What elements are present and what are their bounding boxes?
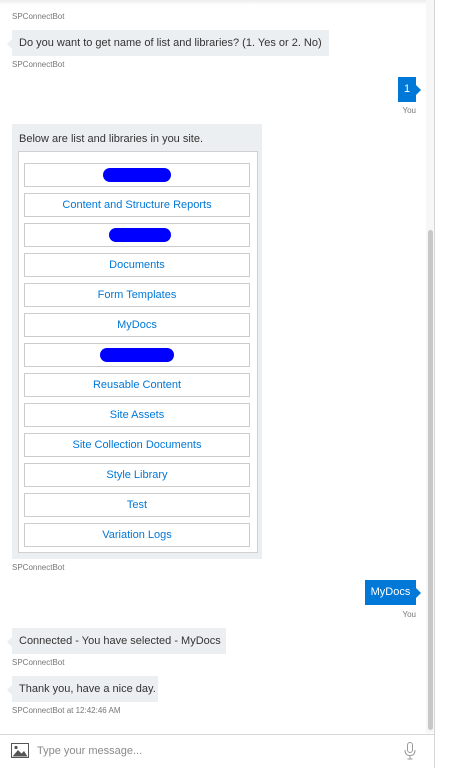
you-label: You xyxy=(402,106,417,115)
user-message-bubble: MyDocs xyxy=(365,580,421,605)
card-button-redacted-3[interactable] xyxy=(24,343,250,367)
card-button-mydocs[interactable]: MyDocs xyxy=(24,313,250,337)
user-message-bubble: 1 xyxy=(398,77,421,102)
card-button-site-assets[interactable]: Site Assets xyxy=(24,403,250,427)
window-border xyxy=(434,0,435,768)
top-edge xyxy=(0,0,435,5)
bot-message-bubble: Do you want to get name of list and libr… xyxy=(7,30,329,56)
bot-message-bubble: Thank you, have a nice day. xyxy=(7,676,158,702)
bot-message-text: Connected - You have selected - MyDocs xyxy=(19,635,221,647)
card-button-content-and-structure-reports[interactable]: Content and Structure Reports xyxy=(24,193,250,217)
microphone-icon[interactable] xyxy=(404,742,416,760)
sender-label: SPConnectBot xyxy=(12,563,65,572)
card-button-form-templates[interactable]: Form Templates xyxy=(24,283,250,307)
card-button-site-collection-documents[interactable]: Site Collection Documents xyxy=(24,433,250,457)
bot-message-text: Thank you, have a nice day. xyxy=(19,683,156,695)
user-message-text: 1 xyxy=(403,83,411,95)
redaction-mark xyxy=(100,348,174,362)
bot-message-bubble: Connected - You have selected - MyDocs xyxy=(7,628,226,654)
card-button-documents[interactable]: Documents xyxy=(24,253,250,277)
card-button-reusable-content[interactable]: Reusable Content xyxy=(24,373,250,397)
card-button-redacted-2[interactable] xyxy=(24,223,250,247)
sender-label: SPConnectBot xyxy=(12,60,65,69)
card-button-test[interactable]: Test xyxy=(24,493,250,517)
card-button-variation-logs[interactable]: Variation Logs xyxy=(24,523,250,547)
scrollbar-thumb[interactable] xyxy=(428,230,433,730)
sender-label: SPConnectBot xyxy=(12,12,65,21)
message-input[interactable] xyxy=(37,741,397,761)
card-title: Below are list and libraries in you site… xyxy=(19,133,204,145)
user-message-text: MyDocs xyxy=(370,586,411,598)
redaction-mark xyxy=(103,168,171,182)
list-card: Below are list and libraries in you site… xyxy=(12,124,262,559)
timestamp-label: SPConnectBot at 12:42:46 AM xyxy=(12,706,121,715)
card-button-redacted-1[interactable] xyxy=(24,163,250,187)
bot-message-text: Do you want to get name of list and libr… xyxy=(19,37,322,49)
chat-window: SPConnectBot Do you want to get name of … xyxy=(0,0,437,768)
sender-label: SPConnectBot xyxy=(12,658,65,667)
you-label: You xyxy=(402,610,417,619)
redaction-mark xyxy=(109,228,171,242)
message-input-bar xyxy=(0,734,434,768)
image-icon[interactable] xyxy=(11,743,29,758)
card-button-style-library[interactable]: Style Library xyxy=(24,463,250,487)
